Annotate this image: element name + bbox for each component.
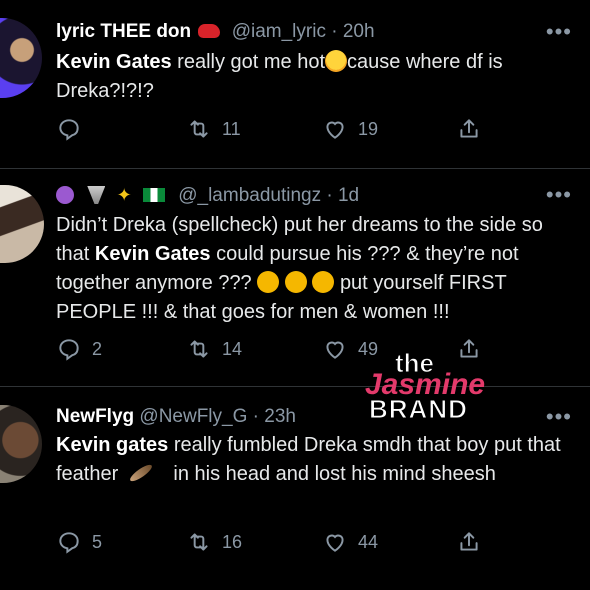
timestamp[interactable]: · 20h [331, 21, 374, 42]
bold-mention: Kevin Gates [56, 51, 172, 73]
retweet-count: 11 [222, 118, 241, 139]
reply-count: 2 [92, 338, 103, 359]
tweet-header: NewFlyg @NewFly_G · 23h [56, 405, 296, 429]
text-part: really got me hot [171, 51, 326, 73]
display-name[interactable]: NewFlyg [56, 406, 134, 427]
reply-button[interactable]: 2 [56, 336, 102, 362]
bold-mention: Kevin Gates [94, 243, 211, 265]
retweet-icon [190, 120, 208, 138]
avatar[interactable] [0, 18, 42, 98]
like-icon [326, 341, 344, 359]
reply-icon [59, 119, 79, 141]
reply-icon [59, 339, 79, 361]
tweet-actions: 11 19 [56, 116, 526, 146]
tweet-actions: 5 16 44 [56, 529, 526, 559]
bold-mention: Kevin gates [56, 434, 169, 456]
laughing-emoji-icon [325, 50, 348, 72]
more-icon[interactable]: ••• [546, 184, 572, 206]
face-with-raised-eyebrow-emoji-icon [312, 271, 335, 293]
share-icon [460, 532, 478, 551]
retweet-icon [190, 533, 208, 551]
like-icon [326, 121, 344, 139]
share-button[interactable] [456, 116, 482, 142]
share-button[interactable] [456, 529, 482, 555]
retweet-button[interactable]: 11 [186, 116, 241, 142]
retweet-button[interactable]: 14 [186, 336, 242, 362]
timestamp[interactable]: · 23h [253, 406, 296, 427]
reply-icon [59, 532, 79, 554]
face-with-raised-eyebrow-emoji-icon [284, 271, 307, 293]
like-count: 19 [358, 118, 379, 139]
tweet-text: Kevin Gates really got me hot cause where… [56, 48, 576, 106]
feather-emoji-icon [127, 462, 154, 484]
more-icon[interactable]: ••• [546, 21, 572, 43]
face-with-raised-eyebrow-emoji-icon [257, 271, 280, 293]
share-icon [460, 119, 478, 138]
retweet-count: 14 [222, 338, 243, 359]
nigeria-flag-icon [142, 188, 165, 202]
tweet-text: Kevin gates really fumbled Dreka smdh th… [56, 431, 576, 489]
like-count: 49 [358, 338, 379, 359]
display-name[interactable]: lyric THEE don [56, 21, 191, 42]
tweet-text: Didn’t Dreka (spellcheck) put her dreams… [56, 211, 576, 327]
retweet-icon [190, 340, 208, 358]
text-part: in his head and lost his mind sheesh [173, 463, 496, 485]
retweet-button[interactable]: 16 [186, 529, 242, 555]
crystal-ball-icon [56, 186, 74, 204]
reply-button[interactable] [56, 116, 92, 142]
reply-count: 5 [92, 531, 103, 552]
share-icon [460, 339, 478, 358]
tweet-actions: 2 14 49 [56, 336, 526, 366]
tweet-3[interactable]: NewFlyg @NewFly_G · 23h ••• Kevin gates … [0, 387, 590, 590]
timestamp[interactable]: · 1d [326, 185, 359, 206]
avatar[interactable] [0, 185, 44, 263]
tweet-header: ✦ @_lambadutingz · 1d [56, 183, 359, 208]
tornado-icon [87, 186, 106, 204]
retweet-count: 16 [222, 531, 243, 552]
tweet-2[interactable]: ✦ @_lambadutingz · 1d ••• Didn’t Dreka (… [0, 169, 590, 386]
handle[interactable]: @iam_lyric [232, 21, 326, 42]
reply-button[interactable]: 5 [56, 529, 102, 555]
more-icon[interactable]: ••• [546, 406, 572, 428]
like-count: 44 [358, 531, 379, 552]
tweet-header: lyric THEE don @iam_lyric · 20h [56, 20, 375, 44]
avatar[interactable] [0, 405, 42, 483]
sparkles-icon: ✦ [116, 185, 132, 205]
like-icon [326, 534, 344, 552]
tweet-1[interactable]: lyric THEE don @iam_lyric · 20h ••• Kevi… [0, 0, 590, 168]
handle[interactable]: @NewFly_G [139, 406, 247, 427]
like-button[interactable]: 49 [322, 336, 378, 362]
like-button[interactable]: 19 [322, 116, 378, 142]
boxing-glove-icon [198, 24, 221, 38]
like-button[interactable]: 44 [322, 529, 378, 555]
share-button[interactable] [456, 336, 482, 362]
handle[interactable]: @_lambadutingz [178, 185, 321, 206]
